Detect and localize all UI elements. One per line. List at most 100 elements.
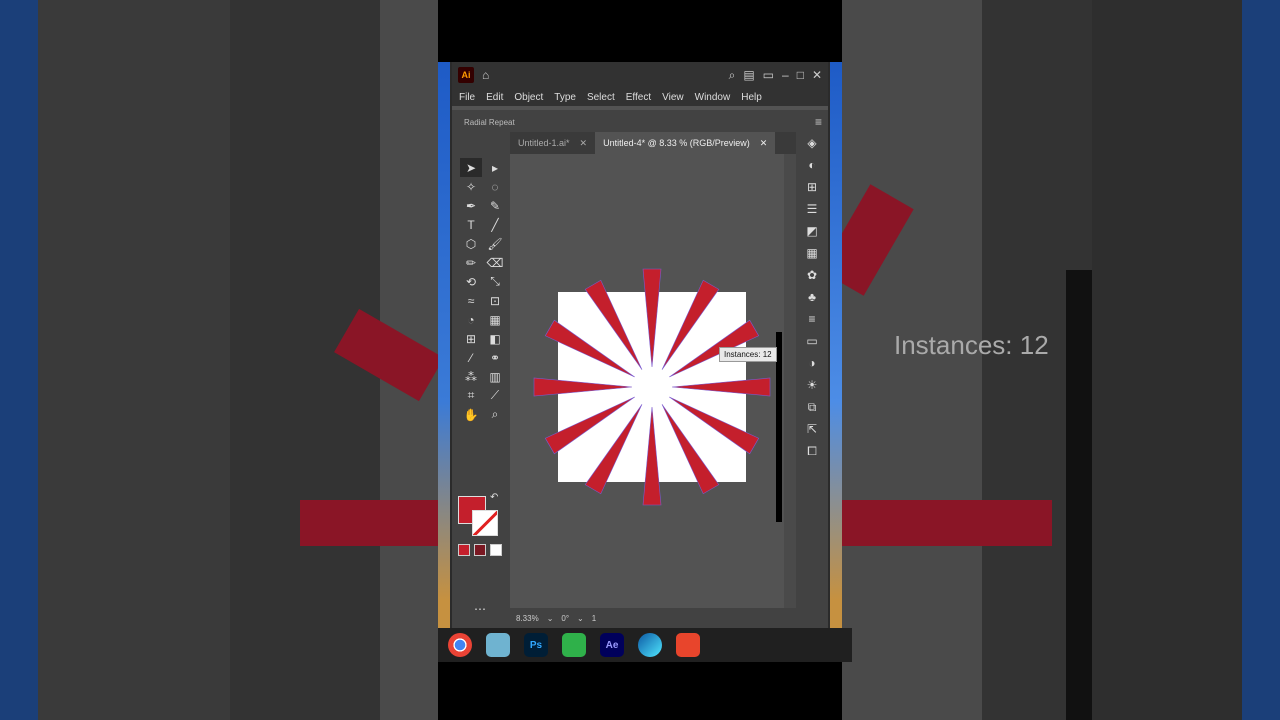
gradient-icon[interactable]: ◧ bbox=[484, 329, 506, 348]
menu-effect[interactable]: Effect bbox=[626, 92, 651, 103]
artboard-icon[interactable]: ⌗ bbox=[460, 386, 482, 405]
after-effects-icon[interactable]: Ae bbox=[600, 633, 624, 657]
pen-icon[interactable]: ✒ bbox=[460, 196, 482, 215]
burst-ray[interactable] bbox=[642, 268, 662, 368]
tab-untitled-1[interactable]: Untitled-1.ai* ✕ bbox=[510, 132, 595, 154]
edge-icon[interactable] bbox=[638, 633, 662, 657]
background-blur-left bbox=[0, 0, 444, 720]
transparency-icon[interactable]: ◑ bbox=[796, 352, 828, 374]
burst-ray[interactable] bbox=[533, 377, 633, 397]
canvas-area[interactable]: Instances: 12 bbox=[510, 154, 784, 608]
title-bar: Ai ⌂ ⌕ ▤ ▭ – □ ✕ bbox=[452, 62, 828, 88]
close-icon[interactable]: ✕ bbox=[580, 138, 588, 149]
asset-export-icon[interactable]: ⇱ bbox=[796, 418, 828, 440]
home-icon[interactable]: ⌂ bbox=[482, 68, 489, 82]
vertical-scrollbar[interactable] bbox=[784, 154, 796, 608]
line-icon[interactable]: ╱ bbox=[484, 215, 506, 234]
symbols-icon[interactable]: ♣ bbox=[796, 286, 828, 308]
menu-view[interactable]: View bbox=[662, 92, 684, 103]
close-button[interactable]: ✕ bbox=[812, 68, 822, 82]
menu-window[interactable]: Window bbox=[695, 92, 731, 103]
swap-colors-icon[interactable]: ↶ bbox=[490, 492, 498, 503]
graphic-styles-icon[interactable]: ⧉ bbox=[796, 396, 828, 418]
menu-file[interactable]: File bbox=[459, 92, 475, 103]
maximize-button[interactable]: □ bbox=[797, 68, 804, 82]
edit-toolbar-icon[interactable]: ⋯ bbox=[474, 602, 486, 616]
menu-bar: File Edit Object Type Select Effect View… bbox=[452, 88, 828, 106]
pathfinder-icon[interactable]: ◩ bbox=[796, 220, 828, 242]
panel-menu-icon[interactable]: ≡ bbox=[815, 115, 822, 129]
tab-untitled-4[interactable]: Untitled-4* @ 8.33 % (RGB/Preview) ✕ bbox=[595, 132, 776, 154]
rotation-value[interactable]: 0° bbox=[561, 614, 569, 623]
control-bar-label: Radial Repeat bbox=[464, 117, 515, 127]
layers-icon[interactable]: ◈ bbox=[796, 132, 828, 154]
menu-edit[interactable]: Edit bbox=[486, 92, 503, 103]
search-icon[interactable]: ⌕ bbox=[729, 68, 736, 83]
illustrator-logo: Ai bbox=[458, 67, 474, 83]
align-icon[interactable]: ☰ bbox=[796, 198, 828, 220]
hand-icon[interactable]: ✋ bbox=[460, 405, 482, 424]
menu-object[interactable]: Object bbox=[514, 92, 543, 103]
artboards-icon[interactable]: ⧠ bbox=[796, 440, 828, 462]
color-mode-row bbox=[458, 544, 502, 556]
slice-icon[interactable]: ⟋ bbox=[484, 386, 506, 405]
shape-builder-icon[interactable]: ◔ bbox=[460, 310, 482, 329]
graph-icon[interactable]: ▥ bbox=[484, 367, 506, 386]
camtasia-icon[interactable] bbox=[562, 633, 586, 657]
transform-icon[interactable]: ⊞ bbox=[796, 176, 828, 198]
color-mode-none[interactable] bbox=[490, 544, 502, 556]
free-transform-icon[interactable]: ⊡ bbox=[484, 291, 506, 310]
color-icon[interactable]: ◐ bbox=[796, 154, 828, 176]
artboard-number[interactable]: 1 bbox=[592, 614, 596, 623]
recorder-icon[interactable] bbox=[676, 633, 700, 657]
curvature-icon[interactable]: ✎ bbox=[484, 196, 506, 215]
rotate-icon[interactable]: ⟲ bbox=[460, 272, 482, 291]
menu-select[interactable]: Select bbox=[587, 92, 615, 103]
stroke-icon[interactable]: ≡ bbox=[796, 308, 828, 330]
appearance-icon[interactable]: ☀ bbox=[796, 374, 828, 396]
stroke-color-swatch[interactable] bbox=[472, 510, 498, 536]
direct-selection-icon[interactable]: ▸ bbox=[484, 158, 506, 177]
close-icon[interactable]: ✕ bbox=[760, 138, 768, 149]
eraser-icon[interactable]: ⌫ bbox=[484, 253, 506, 272]
color-mode-fill[interactable] bbox=[458, 544, 470, 556]
radial-repeat-burst[interactable] bbox=[510, 154, 784, 608]
paintbrush-icon[interactable]: 🖌 bbox=[484, 234, 506, 253]
burst-ray[interactable] bbox=[671, 377, 771, 397]
control-bar: Radial Repeat ≡ bbox=[452, 110, 828, 134]
brushes-icon[interactable]: ✿ bbox=[796, 264, 828, 286]
color-mode-gradient[interactable] bbox=[474, 544, 486, 556]
chevron-down-icon[interactable]: ⌄ bbox=[577, 614, 584, 623]
minimize-button[interactable]: – bbox=[782, 68, 789, 82]
files-icon[interactable] bbox=[486, 633, 510, 657]
ellipse-icon[interactable]: ⬡ bbox=[460, 234, 482, 253]
selection-icon[interactable]: ➤ bbox=[460, 158, 482, 177]
warp-icon[interactable]: ≈ bbox=[460, 291, 482, 310]
chevron-down-icon[interactable]: ⌄ bbox=[547, 614, 554, 623]
eyedropper-icon[interactable]: ⁄ bbox=[460, 348, 482, 367]
status-bar: 8.33% ⌄ 0° ⌄ 1 bbox=[510, 608, 802, 628]
workspace-icon[interactable]: ▭ bbox=[763, 68, 774, 82]
swatches-icon[interactable]: ▦ bbox=[796, 242, 828, 264]
blend-icon[interactable]: ⚭ bbox=[484, 348, 506, 367]
panel-dock: ◈ ◐ ⊞ ☰ ◩ ▦ ✿ ♣ ≡ ▭ ◑ ☀ ⧉ ⇱ ⧠ bbox=[796, 132, 828, 628]
radial-repeat-handle[interactable] bbox=[776, 332, 782, 522]
scale-icon[interactable]: ⤡ bbox=[484, 272, 506, 291]
tools-panel: ➤ ▸ ✧ ◌ ✒ ✎ T ╱ ⬡ 🖌 ✏ ⌫ ⟲ ⤡ ≈ ⊡ ◔ ▦ ⊞ ◧ … bbox=[452, 132, 510, 628]
chrome-icon[interactable] bbox=[448, 633, 472, 657]
photoshop-icon[interactable]: Ps bbox=[524, 633, 548, 657]
pencil-icon[interactable]: ✏ bbox=[460, 253, 482, 272]
zoom-level[interactable]: 8.33% bbox=[516, 614, 539, 623]
lasso-icon[interactable]: ◌ bbox=[484, 177, 506, 196]
magic-wand-icon[interactable]: ✧ bbox=[460, 177, 482, 196]
mesh-icon[interactable]: ⊞ bbox=[460, 329, 482, 348]
gradient-icon[interactable]: ▭ bbox=[796, 330, 828, 352]
type-icon[interactable]: T bbox=[460, 215, 482, 234]
menu-help[interactable]: Help bbox=[741, 92, 762, 103]
symbol-sprayer-icon[interactable]: ⁂ bbox=[460, 367, 482, 386]
zoom-icon[interactable]: ⌕ bbox=[484, 405, 506, 424]
arrange-documents-icon[interactable]: ▤ bbox=[743, 68, 754, 82]
perspective-icon[interactable]: ▦ bbox=[484, 310, 506, 329]
menu-type[interactable]: Type bbox=[554, 92, 576, 103]
burst-ray[interactable] bbox=[642, 406, 662, 506]
